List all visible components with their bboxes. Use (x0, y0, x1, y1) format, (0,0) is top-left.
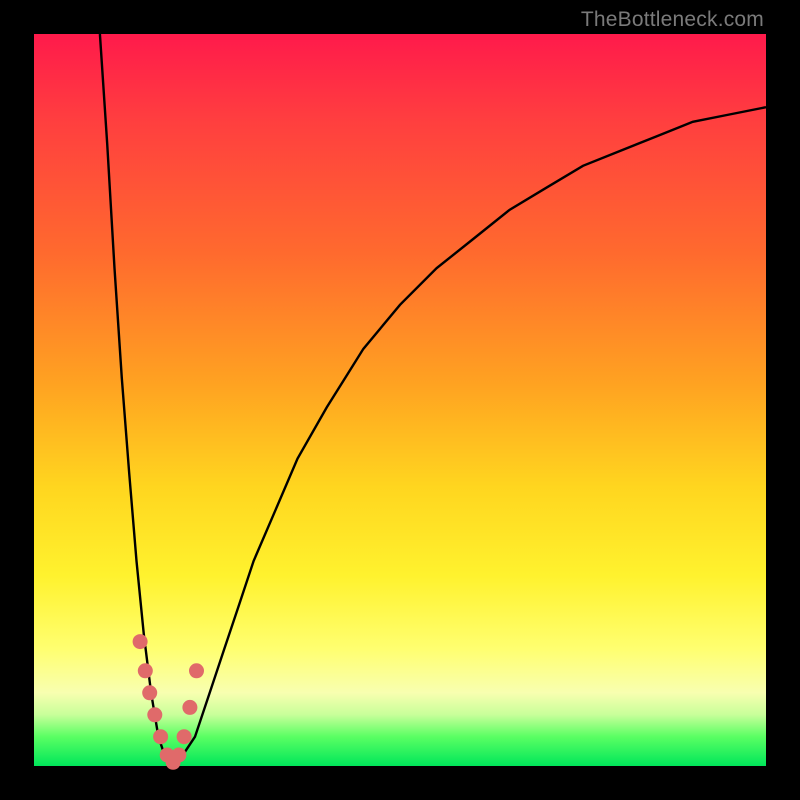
plot-area (34, 34, 766, 766)
chart-frame: TheBottleneck.com (0, 0, 800, 800)
curve-marker (147, 707, 162, 722)
marker-group (133, 634, 204, 770)
curve-marker (142, 685, 157, 700)
curve-marker (171, 748, 186, 763)
bottleneck-curve-path (100, 34, 766, 766)
curve-marker (189, 663, 204, 678)
curve-marker (153, 729, 168, 744)
curve-marker (133, 634, 148, 649)
watermark-text: TheBottleneck.com (581, 8, 764, 32)
curve-svg (34, 34, 766, 766)
curve-marker (177, 729, 192, 744)
curve-marker (182, 700, 197, 715)
curve-marker (138, 663, 153, 678)
